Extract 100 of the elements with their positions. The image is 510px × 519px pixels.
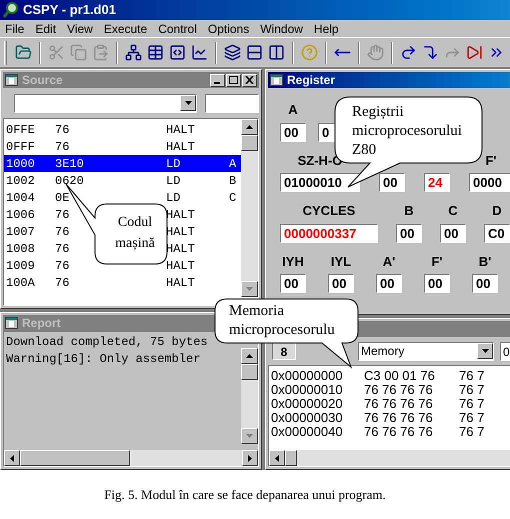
code-text: 0E [55,190,70,204]
register-field[interactable]: 00 [396,224,422,242]
toolbar-button[interactable] [222,42,242,64]
help-icon [300,44,318,61]
window-icon [5,74,18,86]
scroll-up-button[interactable] [241,348,258,364]
window-title: CSPY - pr1.d01 [23,1,116,20]
register-field[interactable]: 00 [328,274,354,293]
minimize-button[interactable] [210,74,225,86]
report-line: Download completed, 75 bytes [6,334,209,351]
scroll-right-button[interactable] [242,450,258,466]
menu-item[interactable]: Control [158,20,197,38]
memory-address: 0x00000010 [271,382,343,397]
folder-icon [14,44,32,61]
menu-item[interactable]: View [67,20,93,38]
scroll-thumb[interactable] [285,450,297,466]
address-text: 1007 [6,224,35,238]
horizontal-scrollbar[interactable] [269,450,510,466]
copy-icon [70,44,87,61]
dropdown-arrow-icon [184,100,192,104]
menu-item[interactable]: File [5,20,24,38]
combo-box[interactable] [14,94,197,112]
register-label: C [448,202,458,220]
hand-icon [366,44,384,61]
register-field[interactable]: C0 [484,224,510,242]
step-over-icon [400,44,417,61]
menu-item[interactable]: Options [208,20,250,38]
address-text: 1002 [6,174,35,188]
memory-address: 0x00000000 [271,368,343,383]
register-field[interactable]: 00 [424,274,450,293]
dropdown-arrow-icon [482,349,488,353]
memory-bytes: 76 76 76 76 [364,382,433,397]
register-field[interactable]: 00 [440,224,466,242]
maximize-icon [229,76,238,84]
address-text: 1008 [6,242,35,256]
scroll-down-icon [246,434,253,438]
window-icon [270,74,283,86]
cascade-icon [224,44,241,61]
maximize-button[interactable] [226,74,241,86]
callout-text: Regiștrii microprocesorului Z80 [352,103,463,160]
menu-item[interactable]: Help [314,20,339,38]
scroll-down-icon [246,287,253,291]
address-text: 1004 [6,190,35,204]
register-field[interactable]: 00 [379,173,405,192]
scroll-left-icon [10,454,14,462]
address-text: 0FFE [6,122,35,136]
register-label: A [288,101,298,119]
register-label: IYL [330,252,352,270]
mnemonic-text: HALT [166,276,195,290]
scroll-up-icon [246,354,253,358]
mnemonic-text: HALT [166,140,195,154]
memory-address: 0x00000030 [271,410,343,425]
memory-combo-box[interactable]: Memory [358,342,494,360]
register-field[interactable]: 00 [472,274,498,293]
tile-horizontal-icon [246,44,263,61]
input-field[interactable] [205,94,259,112]
memory-address: 0x00000020 [271,396,343,411]
tile-vertical-icon [268,44,285,61]
close-button[interactable] [242,74,257,86]
vertical-scrollbar[interactable] [241,119,258,297]
register-field[interactable]: 00 [280,122,306,142]
register-field[interactable]: 0000000337 [280,224,378,242]
scroll-thumb[interactable] [20,450,130,466]
scroll-thumb[interactable] [241,364,258,380]
scroll-up-button[interactable] [241,119,258,135]
code-text: 76 [55,224,70,238]
register-label: D [492,202,502,220]
vertical-scrollbar[interactable] [241,348,258,444]
code-text: 76 [55,208,70,222]
scroll-left-button[interactable] [4,450,20,466]
mnemonic-text: HALT [166,122,195,136]
toolbar-button[interactable] [124,42,143,64]
register-label: CYCLES [302,202,356,220]
code-text: 0620 [55,174,84,188]
register-label: F' [431,252,443,270]
memory-bytes: 76 76 76 76 [364,410,433,425]
mnemonic-text: HALT [166,258,195,272]
mnemonic-text: HALT [166,208,195,222]
mnemonic-text: LD [166,156,180,170]
register-field[interactable]: 24 [424,173,450,192]
menu-item[interactable]: Execute [104,20,148,38]
code-text: 76 [55,258,70,272]
menu-item[interactable]: Edit [35,20,56,38]
horizontal-scrollbar[interactable] [4,450,258,466]
scroll-down-button[interactable] [241,428,258,444]
menu-item[interactable]: Window [260,20,303,38]
register-field[interactable]: 00 [280,274,306,293]
register-field[interactable]: 0 [318,122,335,142]
register-field[interactable]: 00 [376,274,402,293]
register-field[interactable]: 0000 [469,173,510,192]
scroll-up-icon [246,125,253,129]
table-window-icon [146,44,164,61]
scroll-left-button[interactable] [269,450,285,466]
scroll-down-button[interactable] [241,281,258,297]
window-icon [5,317,18,329]
register-field[interactable]: 01000010 [280,173,360,192]
address-field[interactable]: 0 [500,342,510,360]
register-label: B' [478,252,492,270]
run-to-icon [466,44,483,61]
scroll-thumb[interactable] [241,135,258,151]
